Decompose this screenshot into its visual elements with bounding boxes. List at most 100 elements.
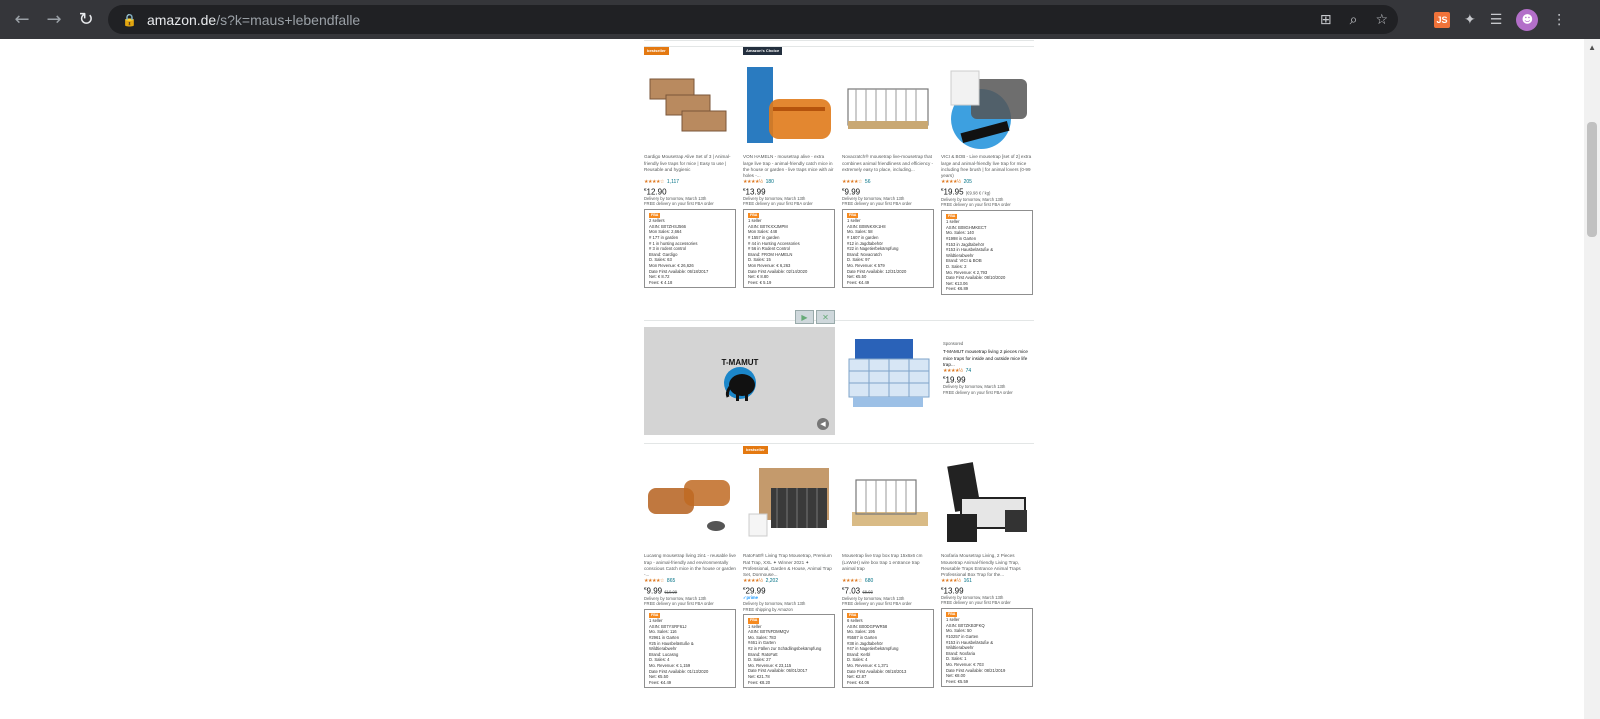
product-price: €13.99 [743, 186, 766, 197]
url-path: /s?k=maus+lebendfalle [216, 11, 361, 28]
product-price: €19.95 (€9.98 € / kg) [941, 186, 991, 197]
stat-line: Fees: €4.49 [847, 279, 870, 285]
stat-line: Fees: €4.49 [649, 679, 672, 685]
product-card[interactable]: .Noxfaria Mousetrap Living, 2 Pieces Mou… [941, 446, 1033, 688]
delivery-note: FREE shipping by Amazon [743, 606, 793, 612]
product-card[interactable]: .Novacratch® mousetrap live-mousetrap th… [842, 47, 934, 289]
product-price: €29.99 [743, 585, 766, 596]
stat-line: Fees: €4.06 [847, 679, 870, 685]
seller-stats-panel: FBA 1 seller ASIN: B08NKXK1H8 Mo. Sales: 58… [842, 208, 934, 289]
rating-stars[interactable]: ★★★★½ 2,202 [743, 578, 835, 584]
product-title[interactable]: RatoFatt® Living Trap Mousetrap, Premium… [743, 553, 835, 578]
stat-line: Fees: €5.59 [946, 678, 969, 684]
product-badge: Amazon's Choice [743, 47, 783, 56]
rating-stars[interactable]: ★★★★☆ 1,117 [644, 179, 736, 185]
rating-count: 56 [864, 179, 871, 186]
product-image[interactable] [743, 458, 835, 550]
ad-controls: ▶ ✕ [795, 310, 835, 324]
product-card[interactable]: bestseller Gardigo Mousetrap Alive Set of… [644, 47, 736, 289]
extensions-puzzle-icon[interactable]: ✦ [1464, 12, 1476, 28]
product-card[interactable]: .Mousetrap live trap box trap 15x6x6 cm … [842, 446, 934, 689]
stat-line: #2 in Fällen zur Schädlingsbekämpfung [748, 646, 822, 652]
reload-icon[interactable]: ↻ [72, 5, 100, 33]
sponsored-video[interactable]: T-MAMUT [644, 327, 835, 435]
stat-line: Fees: €8.20 [748, 679, 771, 685]
delivery-note: FREE delivery on your first FBA order [842, 601, 912, 607]
seller-stats-panel: FBA 6 sellers ASIN: B00DGPWR58 Mo. Sales: 1… [842, 608, 934, 689]
mute-icon[interactable]: ◀ [817, 418, 829, 430]
profile-avatar[interactable]: ☻ [1516, 8, 1539, 31]
svg-text:T-MAMUT: T-MAMUT [721, 358, 758, 367]
rating-stars[interactable]: ★★★★½ 205 [941, 179, 1033, 185]
delivery-note: FREE delivery on your first FBA order [941, 600, 1011, 606]
reading-list-icon[interactable]: ☰ [1490, 12, 1503, 28]
zoom-icon[interactable]: ⌕ [1350, 12, 1358, 28]
product-image[interactable] [842, 458, 934, 550]
scroll-up-arrow-icon[interactable]: ▲ [1588, 43, 1596, 52]
product-price: €13.99 [941, 585, 964, 596]
rating-stars[interactable]: ★★★★½ 180 [743, 179, 835, 185]
seller-stats-panel: FBA 1 seller ASIN: B07NFDMMQV Mo. Sales: 78… [743, 614, 835, 689]
product-card[interactable]: Amazon's Choice VON HAMELN - mousetrap al… [743, 47, 835, 289]
product-title[interactable]: Mousetrap live trap box trap 15x6x6 cm (… [842, 553, 934, 578]
unit-price: (€9.98 € / kg) [965, 190, 991, 196]
rating-stars[interactable]: ★★★★½ 161 [941, 578, 1033, 584]
product-image[interactable] [941, 458, 1033, 550]
seller-stats-panel: FBA 1 seller ASIN: B08GHMKECT Mo. Sales: 14… [941, 209, 1033, 295]
sponsored-product-image[interactable] [845, 335, 941, 413]
forward-icon[interactable]: → [40, 5, 68, 33]
js-extension-icon[interactable]: JS [1434, 11, 1450, 28]
product-price: €19.99 [943, 375, 966, 386]
back-icon[interactable]: ← [8, 5, 36, 33]
rating-stars[interactable]: ★★★★☆ 865 [644, 578, 736, 584]
rating-count: 2,202 [765, 578, 779, 585]
product-image[interactable] [743, 59, 835, 151]
product-title[interactable]: Noxfaria Mousetrap Living, 2 Pieces Mous… [941, 553, 1033, 578]
product-card[interactable]: .VICI & BOB - Live mousetrap [set of 2] … [941, 47, 1033, 295]
delivery-note: FREE delivery on your first FBA order [743, 201, 813, 207]
product-title[interactable]: T-MAMUT mousetrap living 2 pieces mice m… [943, 349, 1035, 368]
divider [644, 320, 1034, 321]
product-image[interactable] [644, 458, 736, 550]
product-card[interactable]: bestseller RatoFatt® Living Trap Mousetra… [743, 446, 835, 689]
product-price: €9.99 €10.99 [644, 585, 678, 596]
rating-stars[interactable]: ★★★★½ 74 [943, 368, 1035, 374]
product-title[interactable]: VON HAMELN - mousetrap alive - extra lar… [743, 154, 835, 179]
seller-stats-panel: FBA 1 seller ASIN: B07YSRF61J Mo. Sales: 11… [644, 608, 736, 689]
stat-line: Fees: € 5.19 [748, 279, 772, 285]
product-card[interactable]: .Lucasng mousetrap living 2in1 - reusabl… [644, 446, 736, 689]
browser-toolbar: ← → ↻ 🔒 amazon.de /s?k=maus+lebendfalle … [0, 0, 1600, 39]
product-title[interactable]: Novacratch® mousetrap live-mousetrap tha… [842, 154, 934, 179]
sponsored-product: Sponsored T-MAMUT mousetrap living 2 pie… [943, 341, 1035, 395]
fba-tag: FBA [748, 618, 760, 624]
rating-count: 161 [963, 578, 972, 585]
menu-kebab-icon[interactable]: ⋮ [1552, 12, 1566, 28]
rating-count: 1,117 [666, 179, 680, 186]
stat-line: Fees: €6.89 [946, 286, 969, 292]
divider [644, 40, 1034, 41]
bookmark-star-icon[interactable]: ☆ [1375, 12, 1388, 28]
t-mamut-logo: T-MAMUT [721, 358, 758, 401]
close-icon[interactable]: ✕ [816, 310, 835, 324]
product-image[interactable] [941, 59, 1033, 151]
product-image[interactable] [644, 59, 736, 151]
translate-icon[interactable]: ⊞ [1320, 12, 1332, 28]
url-host: amazon.de [146, 11, 217, 28]
rating-count: 180 [765, 179, 774, 186]
address-bar[interactable]: 🔒 amazon.de /s?k=maus+lebendfalle ⊞ ⌕ ☆ [108, 5, 1398, 34]
scrollbar-thumb[interactable] [1587, 122, 1597, 237]
product-title[interactable]: Gardigo Mousetrap Alive Set of 3 | Anima… [644, 154, 736, 179]
product-title[interactable]: Lucasng mousetrap living 2in1 - reusable… [644, 553, 736, 578]
prime-badge: ✓prime [743, 594, 758, 600]
product-image[interactable] [842, 59, 934, 151]
delivery-note: FREE delivery on your first FBA order [842, 201, 912, 207]
old-price: €10.99 [664, 589, 678, 595]
rating-stars[interactable]: ★★★★☆ 56 [842, 179, 934, 185]
rating-stars[interactable]: ★★★★☆ 680 [842, 578, 934, 584]
lock-icon: 🔒 [122, 12, 137, 27]
delivery-note: FREE delivery on your first FBA order [644, 601, 714, 607]
product-title[interactable]: VICI & BOB - Live mousetrap [set of 2] e… [941, 154, 1033, 179]
sponsored-label: Sponsored [943, 341, 964, 346]
play-icon[interactable]: ▶ [795, 310, 814, 324]
divider [644, 443, 1034, 444]
